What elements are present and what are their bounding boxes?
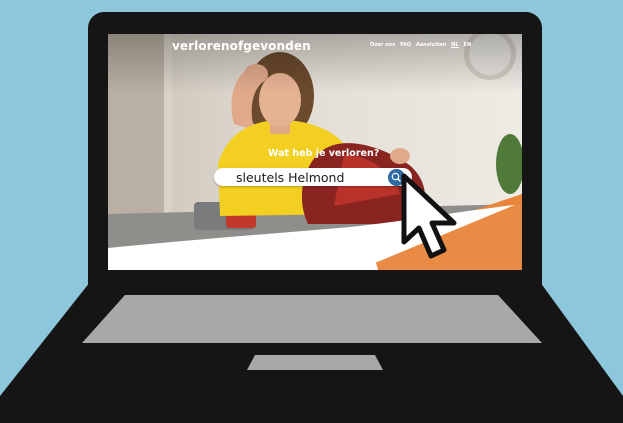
- nav-aansluiten[interactable]: Aansluiten: [416, 42, 446, 48]
- mouse-pointer-icon: [401, 173, 457, 259]
- nav-faq[interactable]: FAQ: [400, 42, 411, 48]
- nav-lang-nl[interactable]: NL: [451, 42, 458, 48]
- main-nav: Over ons FAQ Aansluiten NL EN: [370, 42, 471, 48]
- nav-over-ons[interactable]: Over ons: [370, 42, 395, 48]
- site-logo[interactable]: verlorenofgevonden: [172, 39, 311, 53]
- hero-title: Wat heb je verloren?: [268, 148, 380, 159]
- search-input[interactable]: [236, 170, 386, 185]
- trackpad: [247, 355, 383, 370]
- nav-lang-en[interactable]: EN: [464, 42, 472, 48]
- keyboard-area: [82, 295, 542, 343]
